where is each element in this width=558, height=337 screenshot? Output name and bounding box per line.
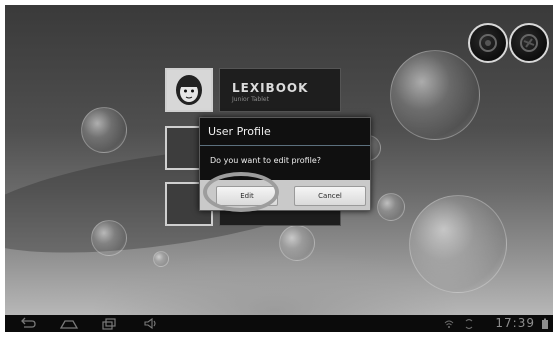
dialog-message: Do you want to edit profile?	[210, 156, 322, 165]
bubble	[409, 195, 507, 293]
bubble	[81, 107, 127, 153]
bubble	[279, 225, 315, 261]
recent-apps-icon[interactable]	[101, 317, 117, 330]
profile-name-tile[interactable]: LEXIBOOK Junior Tablet	[219, 68, 341, 112]
sync-icon	[465, 318, 473, 330]
dialog-title: User Profile	[208, 125, 271, 138]
bubble	[153, 251, 169, 267]
system-navigation-bar: 17:39	[5, 315, 553, 332]
back-icon[interactable]	[19, 317, 37, 330]
status-clock: 17:39	[495, 316, 535, 330]
wifi-icon	[444, 320, 454, 328]
battery-icon	[542, 318, 548, 329]
app-background: LEXIBOOK Junior Tablet User Profile Do y…	[5, 5, 553, 315]
home-icon[interactable]	[59, 317, 79, 330]
profile-avatar-1[interactable]	[165, 68, 213, 112]
avatar	[167, 70, 211, 110]
edit-highlight-ring	[203, 172, 279, 212]
tablet-screen: LEXIBOOK Junior Tablet User Profile Do y…	[5, 5, 553, 332]
bubble	[377, 193, 405, 221]
globe-icon	[520, 34, 538, 52]
bubble	[91, 220, 127, 256]
profile-subtitle: Junior Tablet	[232, 96, 269, 103]
profile-name: LEXIBOOK	[232, 81, 309, 95]
settings-button[interactable]	[468, 23, 508, 63]
bubble	[390, 50, 480, 140]
volume-down-icon[interactable]	[143, 317, 159, 330]
cancel-button[interactable]: Cancel	[294, 186, 366, 206]
exit-button[interactable]	[509, 23, 549, 63]
gear-icon	[479, 34, 497, 52]
dialog-divider	[200, 145, 370, 146]
